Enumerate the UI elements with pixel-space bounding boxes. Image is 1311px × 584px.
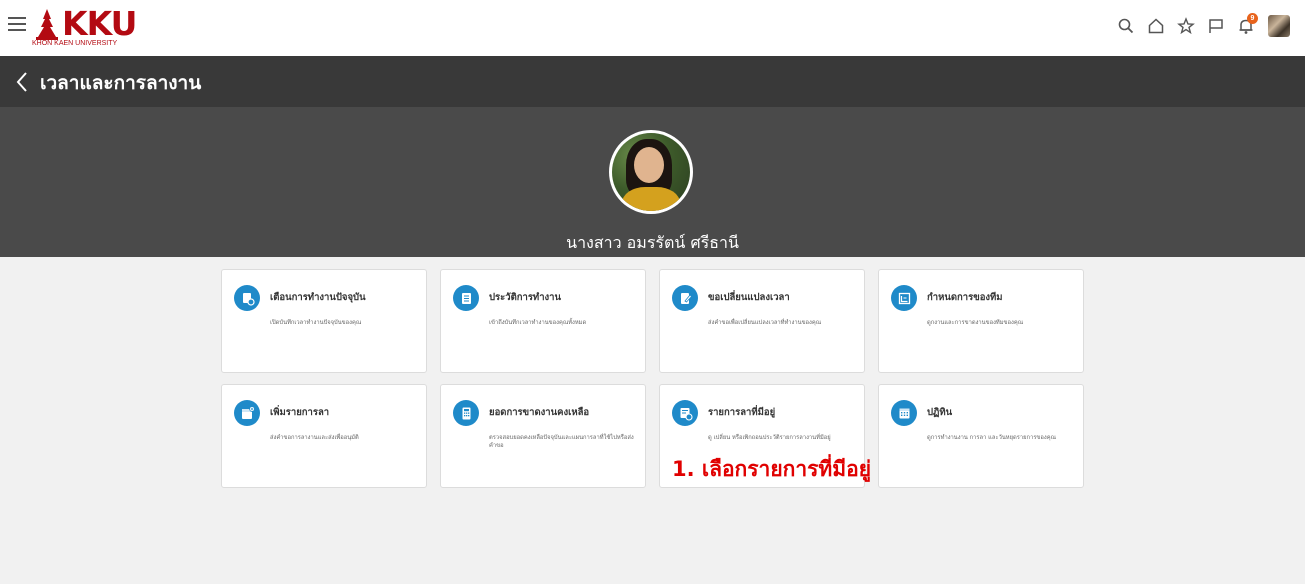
profile-name: นางสาว อมรรัตน์ ศรีธานี bbox=[566, 233, 739, 252]
tile-add-leave[interactable]: เพิ่มรายการลา ส่งคำขอการลางานและส่งเพื่อ… bbox=[221, 384, 427, 488]
profile-photo bbox=[609, 130, 693, 214]
edit-document-icon bbox=[672, 285, 698, 311]
user-avatar[interactable] bbox=[1261, 12, 1291, 40]
notifications-icon[interactable]: 9 bbox=[1231, 12, 1261, 40]
search-icon[interactable] bbox=[1111, 12, 1141, 40]
tile-calendar[interactable]: ปฏิทิน ดูการทำงานงาน การลา และวันหยุดราย… bbox=[878, 384, 1084, 488]
notification-badge: 9 bbox=[1247, 13, 1258, 24]
star-icon[interactable] bbox=[1171, 12, 1201, 40]
tile-team-schedule[interactable]: กำหนดการของทีม ดูกงานและการขาดงานของทีมข… bbox=[878, 269, 1084, 373]
calculator-icon bbox=[453, 400, 479, 426]
tile-current-work-reminder[interactable]: เตือนการทำงานปัจจุบัน เปิดบันทึกเวลาทำงา… bbox=[221, 269, 427, 373]
tile-description: ดูกงานและการขาดงานของทีมของคุณ bbox=[927, 320, 1024, 326]
tile-title: ปฏิทิน bbox=[927, 407, 953, 418]
right-edge bbox=[1305, 0, 1311, 584]
header-actions: 9 bbox=[1111, 12, 1291, 40]
report-clock-icon bbox=[234, 285, 260, 311]
chart-icon bbox=[891, 285, 917, 311]
flag-icon[interactable] bbox=[1201, 12, 1231, 40]
calendar-grid-icon bbox=[891, 400, 917, 426]
tile-time-change-request[interactable]: ขอเปลี่ยนแปลงเวลา ส่งคำขอเพื่อเปลี่ยนแปล… bbox=[659, 269, 865, 373]
tile-description: เข้าถึงบันทึกเวลาทำงานของคุณทั้งหมด bbox=[489, 320, 587, 326]
menu-icon[interactable] bbox=[8, 17, 26, 33]
tile-title: เตือนการทำงานปัจจุบัน bbox=[270, 292, 366, 303]
tile-title: ขอเปลี่ยนแปลงเวลา bbox=[708, 292, 790, 303]
tile-title: ประวัติการทำงาน bbox=[489, 292, 561, 303]
logo-emblem-icon bbox=[36, 9, 58, 40]
logo-text: KKU bbox=[62, 4, 137, 43]
instruction-annotation: 1. เลือกรายการที่มีอยู่ bbox=[672, 457, 872, 481]
tile-description: ส่งคำขอการลางานและส่งเพื่ออนุมัติ bbox=[270, 435, 359, 441]
tile-title: กำหนดการของทีม bbox=[927, 292, 1003, 303]
tile-work-history[interactable]: ประวัติการทำงาน เข้าถึงบันทึกเวลาทำงานขอ… bbox=[440, 269, 646, 373]
title-bar: เวลาและการลางาน bbox=[0, 56, 1305, 107]
tile-absence-balance[interactable]: ยอดการขาดงานคงเหลือ ตรวจสอบยอดคงเหลือปัจ… bbox=[440, 384, 646, 488]
tile-description: เปิดบันทึกเวลาทำงานปัจจุบันของคุณ bbox=[270, 320, 362, 326]
top-bar: KKU KHON KAEN UNIVERSITY 9 bbox=[0, 0, 1305, 57]
back-icon[interactable] bbox=[12, 68, 34, 96]
tile-description: ส่งคำขอเพื่อเปลี่ยนแปลงเวลาที่ทำงานของคุ… bbox=[708, 320, 822, 326]
tile-description: ตรวจสอบยอดคงเหลือปัจจุบันและแผนการลาที่ใ… bbox=[489, 435, 634, 449]
page-title: เวลาและการลางาน bbox=[40, 72, 202, 94]
tile-description: ดูการทำงานงาน การลา และวันหยุดรายการของค… bbox=[927, 435, 1056, 441]
home-icon[interactable] bbox=[1141, 12, 1171, 40]
tile-title: ยอดการขาดงานคงเหลือ bbox=[489, 407, 590, 418]
tile-title: รายการลาที่มีอยู่ bbox=[708, 407, 776, 418]
calendar-add-icon bbox=[234, 400, 260, 426]
logo-subtitle: KHON KAEN UNIVERSITY bbox=[32, 40, 118, 47]
tile-title: เพิ่มรายการลา bbox=[270, 407, 330, 418]
tile-description: ดู เปลี่ยน หรือเพิกถอนประวัติรายการลางาน… bbox=[708, 435, 831, 441]
document-list-icon bbox=[453, 285, 479, 311]
kku-logo[interactable]: KKU KHON KAEN UNIVERSITY bbox=[32, 4, 142, 49]
list-clock-icon bbox=[672, 400, 698, 426]
profile-banner: นางสาว อมรรัตน์ ศรีธานี bbox=[0, 107, 1305, 257]
